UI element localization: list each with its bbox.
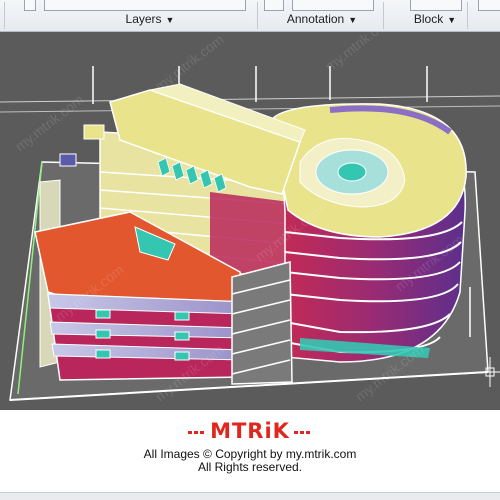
cad-application-window: Layers ▼ Annotation ▼ Block ▼ my.mtrik.c… (0, 0, 500, 500)
svg-text:my.mtrik.com: my.mtrik.com (12, 91, 87, 154)
panel-divider (4, 2, 5, 29)
layers-panel-title[interactable]: Layers ▼ (70, 10, 230, 28)
block-panel-label: Block (413, 12, 444, 26)
ribbon-small-button[interactable] (478, 0, 500, 11)
stair-tower (231, 261, 293, 385)
panel-divider (467, 2, 468, 29)
annotation-panel-label: Annotation (286, 12, 345, 26)
block-panel-title[interactable]: Block ▼ (395, 10, 475, 28)
ribbon-bar: Layers ▼ Annotation ▼ Block ▼ (0, 0, 500, 32)
chevron-down-icon: ▼ (348, 15, 358, 25)
panel-divider (257, 2, 258, 29)
annotation-panel-title[interactable]: Annotation ▼ (262, 10, 382, 28)
svg-text:my.mtrik.com: my.mtrik.com (152, 32, 227, 94)
panel-divider (383, 2, 384, 29)
brand-logo-wrapper: MTRiK (0, 419, 500, 443)
status-bar (0, 492, 500, 500)
chevron-down-icon: ▼ (447, 15, 457, 25)
layers-panel-label: Layers (125, 12, 162, 26)
chevron-down-icon: ▼ (165, 15, 175, 25)
small-structure (59, 153, 77, 167)
drawing-viewport[interactable]: my.mtrik.com my.mtrik.com my.mtrik.com m… (0, 32, 500, 410)
building-3d-model: my.mtrik.com my.mtrik.com my.mtrik.com m… (0, 32, 500, 404)
rights-text: All Rights reserved. (197, 460, 303, 474)
copyright-text: All Images © Copyright by my.mtrik.com (143, 447, 357, 461)
svg-text:my.mtrik.com: my.mtrik.com (322, 32, 397, 74)
ribbon-small-button[interactable] (24, 0, 36, 11)
mtrik-logo: MTRiK (188, 419, 312, 443)
branding-area: MTRiK All Images © Copyright by my.mtrik… (0, 410, 500, 500)
